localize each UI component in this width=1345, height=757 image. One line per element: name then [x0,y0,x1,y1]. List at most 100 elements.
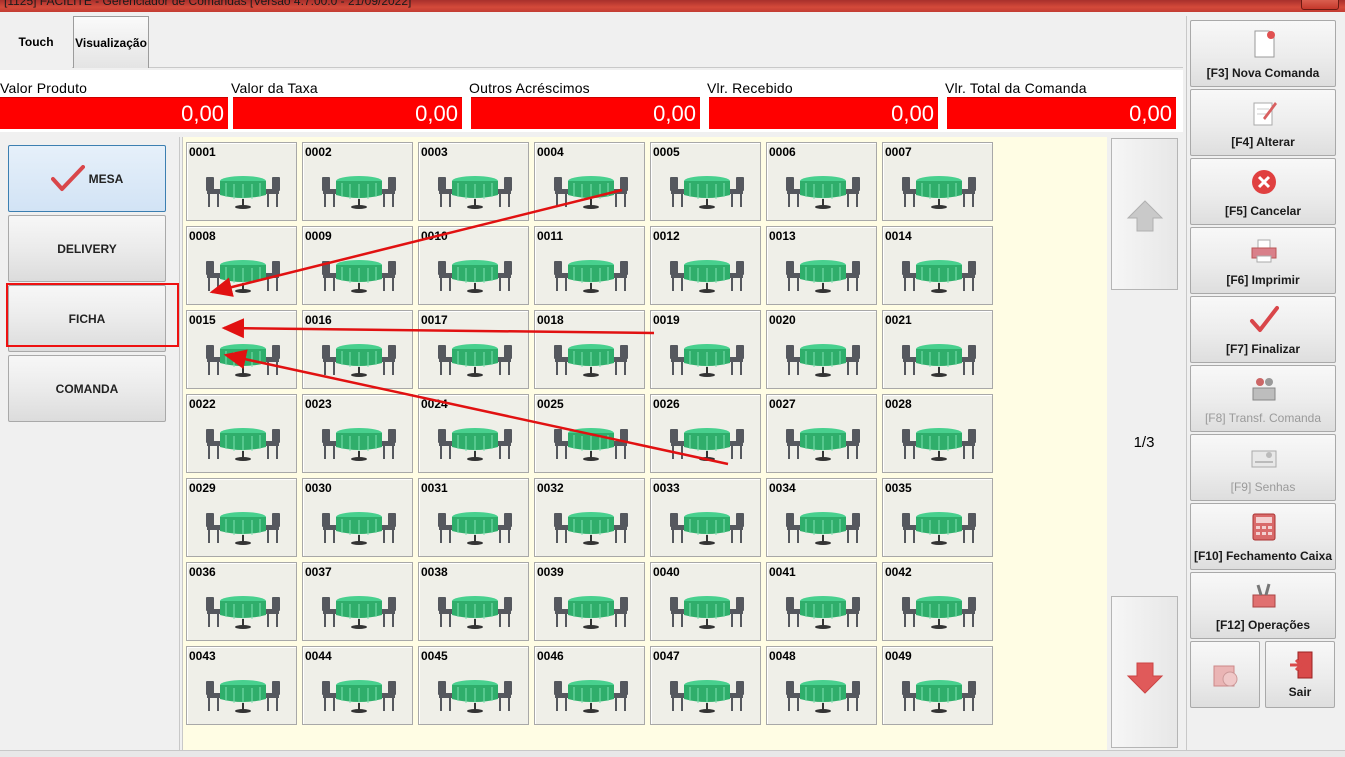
table-chairs-icon [322,680,396,713]
table-tile[interactable]: 0039 [534,562,645,641]
sair-button[interactable]: Sair [1265,641,1335,708]
finalizar-button[interactable]: [F7] Finalizar [1190,296,1336,363]
table-tile[interactable]: 0014 [882,226,993,305]
total-label-vlr-total: Vlr. Total da Comanda [945,80,1087,96]
table-chairs-icon [322,596,396,629]
table-tile[interactable]: 0043 [186,646,297,725]
table-tile[interactable]: 0001 [186,142,297,221]
table-number: 0015 [189,313,216,327]
table-tile[interactable]: 0038 [418,562,529,641]
table-tile[interactable]: 0004 [534,142,645,221]
table-tile[interactable]: 0020 [766,310,877,389]
table-number: 0041 [769,565,796,579]
table-chairs-icon [554,260,628,293]
table-tile[interactable]: 0007 [882,142,993,221]
transf-comanda-button[interactable]: [F8] Transf. Comanda [1190,365,1336,432]
table-tile[interactable]: 0010 [418,226,529,305]
table-tile[interactable]: 0046 [534,646,645,725]
table-tile[interactable]: 0036 [186,562,297,641]
table-tile[interactable]: 0013 [766,226,877,305]
table-tile[interactable]: 0034 [766,478,877,557]
transfer-icon [1252,378,1276,401]
table-number: 0016 [305,313,332,327]
table-number: 0003 [421,145,448,159]
imprimir-button[interactable]: [F6] Imprimir [1190,227,1336,294]
table-tile[interactable]: 0042 [882,562,993,641]
table-tile[interactable]: 0044 [302,646,413,725]
tab-touch[interactable]: Touch [0,16,72,68]
table-number: 0049 [885,649,912,663]
table-number: 0045 [421,649,448,663]
operacoes-button[interactable]: [F12] Operações [1190,572,1336,639]
page-up-button[interactable] [1111,138,1178,290]
mode-comanda-button[interactable]: COMANDA [8,355,166,422]
table-grid: 0001 0002 0003 0004 0005 0006 0007 0008 0009 0010… [182,137,1107,750]
table-tile[interactable]: 0030 [302,478,413,557]
table-tile[interactable]: 0009 [302,226,413,305]
table-tile[interactable]: 0012 [650,226,761,305]
table-tile[interactable]: 0045 [418,646,529,725]
sair-label: Sair [1288,685,1312,699]
table-tile[interactable]: 0031 [418,478,529,557]
table-number: 0031 [421,481,448,495]
cancel-icon [1252,170,1276,194]
table-tile[interactable]: 0006 [766,142,877,221]
table-tile[interactable]: 0003 [418,142,529,221]
table-tile[interactable]: 0011 [534,226,645,305]
table-tile[interactable]: 0022 [186,394,297,473]
tab-visualizacao[interactable]: Visualização [73,16,149,68]
table-tile[interactable]: 0035 [882,478,993,557]
table-tile[interactable]: 0018 [534,310,645,389]
table-tile[interactable]: 0025 [534,394,645,473]
table-tile[interactable]: 0037 [302,562,413,641]
table-tile[interactable]: 0017 [418,310,529,389]
mode-mesa-button[interactable]: MESA [8,145,166,212]
senhas-button[interactable]: [F9] Senhas [1190,434,1336,501]
table-tile[interactable]: 0027 [766,394,877,473]
table-tile[interactable]: 0024 [418,394,529,473]
configuracoes-button[interactable] [1190,641,1260,708]
fechamento-caixa-button[interactable]: [F10] Fechamento Caixa [1190,503,1336,570]
table-tile[interactable]: 0028 [882,394,993,473]
mode-delivery-label: DELIVERY [57,241,117,256]
nova-comanda-button[interactable]: [F3] Nova Comanda [1190,20,1336,87]
table-tile[interactable]: 0047 [650,646,761,725]
cancelar-label: [F5] Cancelar [1224,204,1302,218]
table-chairs-icon [206,428,280,461]
mode-mesa-label: MESA [88,171,124,186]
table-tile[interactable]: 0049 [882,646,993,725]
table-number: 0048 [769,649,796,663]
table-tile[interactable]: 0016 [302,310,413,389]
table-tile[interactable]: 0008 [186,226,297,305]
table-tile[interactable]: 0029 [186,478,297,557]
table-tile[interactable]: 0021 [882,310,993,389]
table-number: 0006 [769,145,796,159]
table-number: 0019 [653,313,680,327]
page-down-button[interactable] [1111,596,1178,748]
table-tile[interactable]: 0048 [766,646,877,725]
table-number: 0023 [305,397,332,411]
table-chairs-icon [554,596,628,629]
table-tile[interactable]: 0040 [650,562,761,641]
mode-delivery-button[interactable]: DELIVERY [8,215,166,282]
window-close-button[interactable] [1301,0,1339,10]
totals-bar: Valor Produto 0,00 Valor da Taxa 0,00 Ou… [0,70,1183,132]
table-chairs-icon [786,680,860,713]
table-number: 0044 [305,649,332,663]
table-tile[interactable]: 0033 [650,478,761,557]
table-tile[interactable]: 0032 [534,478,645,557]
cancelar-button[interactable]: [F5] Cancelar [1190,158,1336,225]
table-tile[interactable]: 0041 [766,562,877,641]
table-chairs-icon [206,344,280,377]
table-chairs-icon [554,428,628,461]
table-tile[interactable]: 0002 [302,142,413,221]
table-tile[interactable]: 0023 [302,394,413,473]
table-tile[interactable]: 0005 [650,142,761,221]
table-chairs-icon [670,512,744,545]
alterar-button[interactable]: [F4] Alterar [1190,89,1336,156]
table-tile[interactable]: 0015 [186,310,297,389]
table-tile[interactable]: 0019 [650,310,761,389]
table-chairs-icon [902,680,976,713]
table-tile[interactable]: 0026 [650,394,761,473]
total-label-valor-produto: Valor Produto [0,80,88,96]
